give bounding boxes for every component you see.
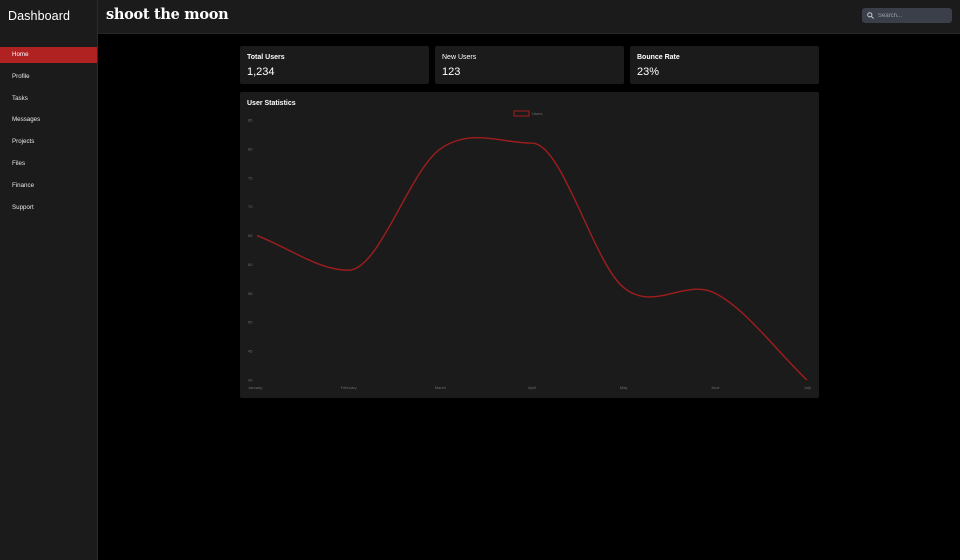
data-point[interactable] (346, 268, 351, 273)
sidebar-title: Dashboard (8, 9, 71, 23)
series-line-users (256, 137, 808, 381)
y-tick-label: 45 (248, 349, 253, 354)
sidebar-item-finance[interactable]: Finance (0, 178, 97, 194)
x-tick-label: July (804, 385, 811, 390)
sidebar-item-home[interactable]: Home (0, 47, 97, 63)
data-point[interactable] (530, 141, 535, 146)
sidebar-item-messages[interactable]: Messages (0, 112, 97, 128)
search-icon (867, 12, 874, 19)
x-tick-label: January (248, 385, 262, 390)
chart-card: User Statistics 40 45 50 55 60 65 70 75 80 85 Janu… (240, 92, 819, 398)
y-tick-label: 70 (248, 204, 253, 209)
search-box[interactable] (862, 8, 952, 23)
y-tick-label: 65 (248, 233, 253, 238)
data-point[interactable] (438, 146, 443, 151)
stat-value: 1,234 (247, 66, 275, 78)
sidebar: Dashboard Home Profile Tasks Messages Pr… (0, 0, 98, 560)
y-tick-label: 85 (248, 118, 253, 123)
x-tick-label: February (341, 385, 357, 390)
data-point[interactable] (255, 233, 260, 238)
stat-title: Total Users (247, 54, 285, 61)
y-tick-label: 60 (248, 262, 253, 267)
x-tick-label: June (711, 385, 720, 390)
logo[interactable]: shoot the moon (106, 6, 229, 23)
stat-value: 123 (442, 66, 461, 78)
sidebar-item-files[interactable]: Files (0, 156, 97, 172)
stat-title: New Users (442, 54, 477, 61)
sidebar-nav: Home Profile Tasks Messages Projects Fil… (0, 47, 97, 221)
top-bar: shoot the moon (98, 0, 960, 34)
data-point[interactable] (713, 291, 718, 296)
data-point[interactable] (805, 378, 810, 383)
y-tick-label: 50 (248, 320, 253, 325)
x-tick-label: May (620, 385, 628, 390)
stat-card-bounce-rate: Bounce Rate 23% (630, 46, 819, 84)
search-input[interactable] (878, 12, 948, 19)
legend-swatch (513, 110, 530, 117)
y-tick-label: 55 (248, 291, 253, 296)
stat-title: Bounce Rate (637, 54, 680, 61)
data-point[interactable] (621, 285, 626, 290)
x-tick-label: March (435, 385, 446, 390)
stat-card-new-users: New Users 123 (435, 46, 624, 84)
sidebar-item-support[interactable]: Support (0, 200, 97, 216)
sidebar-item-projects[interactable]: Projects (0, 134, 97, 150)
y-tick-label: 40 (248, 378, 253, 383)
y-tick-label: 80 (248, 146, 253, 151)
sidebar-item-profile[interactable]: Profile (0, 69, 97, 85)
sidebar-item-tasks[interactable]: Tasks (0, 91, 97, 107)
line-chart: 40 45 50 55 60 65 70 75 80 85 January February March… (248, 110, 811, 390)
stat-card-total-users: Total Users 1,234 (240, 46, 429, 84)
legend-label: Users (532, 111, 542, 116)
stat-value: 23% (637, 66, 660, 78)
x-tick-label: April (528, 385, 536, 390)
y-tick-label: 75 (248, 175, 253, 180)
